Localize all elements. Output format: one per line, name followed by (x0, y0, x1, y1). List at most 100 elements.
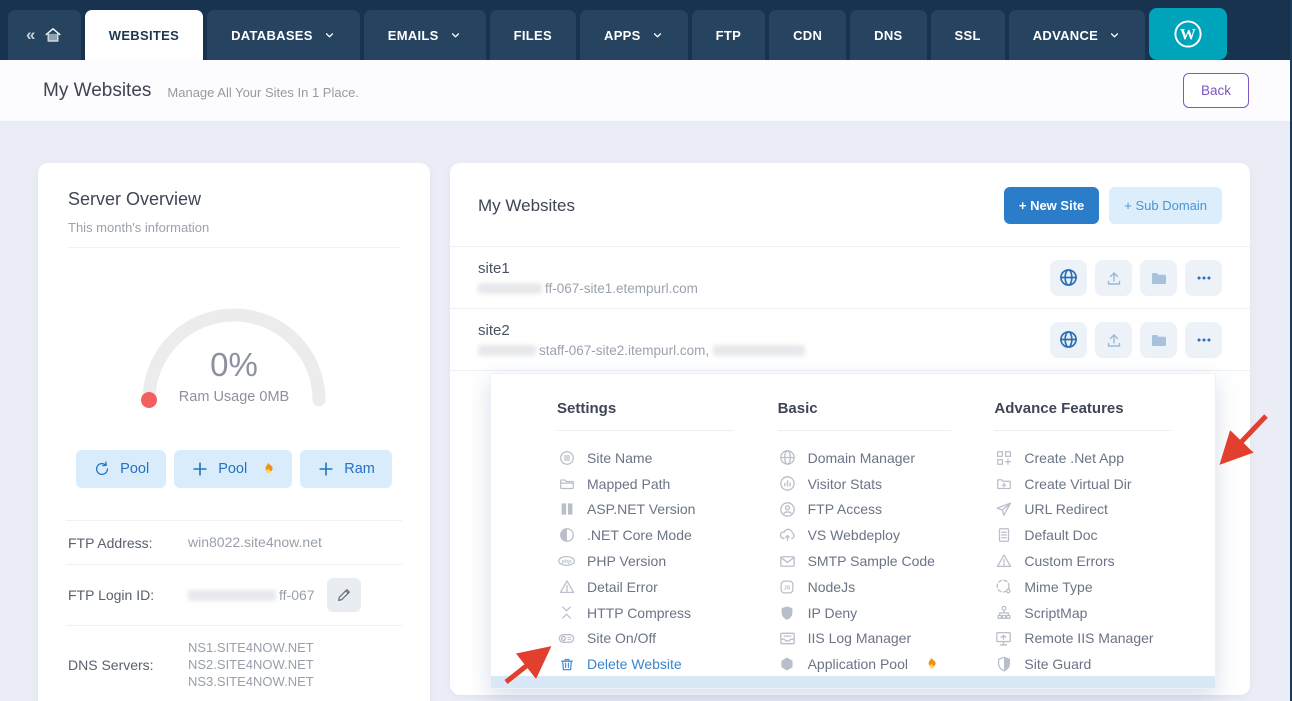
menu-item-php-version[interactable]: phpPHP Version (557, 548, 778, 574)
menu-item-label: NodeJs (808, 579, 855, 595)
nav-tab-files[interactable]: FILES (490, 10, 576, 60)
new-site-button[interactable]: + New Site (1004, 187, 1099, 224)
menu-item-vs-webdeploy[interactable]: VS Webdeploy (778, 522, 995, 548)
globe-action-button[interactable] (1050, 322, 1087, 358)
menu-item-custom-errors[interactable]: Custom Errors (994, 548, 1215, 574)
nav-tab-emails[interactable]: EMAILS (364, 10, 486, 60)
menu-item-site-on-off[interactable]: Site On/Off (557, 626, 778, 652)
ellipsis-action-button[interactable] (1185, 260, 1222, 296)
menu-column-basic: BasicDomain ManagerVisitor StatsFTP Acce… (778, 400, 995, 677)
redacted-text (478, 345, 536, 356)
sub-domain-button[interactable]: + Sub Domain (1109, 187, 1222, 224)
menu-item-create-net-app[interactable]: Create .Net App (994, 445, 1215, 471)
wordpress-tab[interactable]: W (1149, 8, 1227, 60)
shield-half-icon (994, 655, 1013, 673)
upload-icon (1104, 268, 1124, 288)
menu-divider (557, 430, 733, 431)
folder-icon (1149, 268, 1169, 288)
upload-action-button[interactable] (1095, 322, 1132, 358)
menu-item-visitor-stats[interactable]: Visitor Stats (778, 471, 995, 497)
nav-tab-dns[interactable]: DNS (850, 10, 926, 60)
menu-column-settings: SettingsSite NameMapped PathASP.NET Vers… (557, 400, 778, 677)
nav-tab-label: WEBSITES (109, 28, 179, 43)
envelope-icon (778, 552, 797, 571)
menu-item-ftp-access[interactable]: FTP Access (778, 497, 995, 523)
globe-action-button[interactable] (1050, 260, 1087, 296)
detail-label: FTP Login ID: (68, 587, 188, 603)
detail-value-line: ff-067 (188, 587, 315, 604)
value-text: NS1.SITE4NOW.NET (188, 640, 314, 655)
nav-tab-databases[interactable]: DATABASES (207, 10, 360, 60)
ram-usage-percent: 0% (124, 346, 344, 384)
nav-tab-label: FTP (716, 28, 741, 43)
websites-card-title: My Websites (478, 196, 575, 216)
back-button[interactable]: Back (1183, 73, 1249, 108)
edit-ftp-login-button[interactable] (327, 578, 361, 612)
nav-tab-ftp[interactable]: FTP (692, 10, 765, 60)
menu-item-site-guard[interactable]: Site Guard (994, 651, 1215, 677)
refresh-icon (93, 460, 111, 478)
menu-item-mime-type[interactable]: Mime Type (994, 574, 1215, 600)
detail-label: DNS Servers: (68, 657, 188, 673)
nav-tab-cdn[interactable]: CDN (769, 10, 846, 60)
menu-item-application-pool[interactable]: Application Pool (778, 651, 995, 677)
refresh-pool-button[interactable]: Pool (76, 450, 166, 488)
menu-item-asp-net-version[interactable]: ASP.NET Version (557, 497, 778, 523)
menu-item-delete-website[interactable]: Delete Website (557, 651, 778, 677)
pencil-icon (335, 586, 353, 604)
server-overview-subtitle: This month's information (68, 220, 400, 248)
ellipsis-icon (1195, 269, 1213, 287)
detail-value-line: NS3.SITE4NOW.NET (188, 673, 314, 690)
menu-item-scriptmap[interactable]: ScriptMap (994, 600, 1215, 626)
ellipsis-action-button[interactable] (1185, 322, 1222, 358)
detail-value-line: NS1.SITE4NOW.NET (188, 639, 314, 656)
menu-item-ip-deny[interactable]: IP Deny (778, 600, 995, 626)
menu-item-label: Custom Errors (1024, 553, 1114, 569)
paper-plane-icon (994, 500, 1013, 519)
ellipsis-icon (1195, 331, 1213, 349)
nav-tab-label: EMAILS (388, 28, 439, 43)
page-header: My Websites Manage All Your Sites In 1 P… (0, 60, 1292, 122)
menu-item-create-virtual-dir[interactable]: Create Virtual Dir (994, 471, 1215, 497)
upload-action-button[interactable] (1095, 260, 1132, 296)
menu-item-label: Remote IIS Manager (1024, 630, 1153, 646)
site-domain: staff-067-site2.itempurl.com, (478, 343, 808, 358)
menu-item-default-doc[interactable]: Default Doc (994, 522, 1215, 548)
menu-item-site-name[interactable]: Site Name (557, 445, 778, 471)
add-ram-button[interactable]: Ram (300, 450, 392, 488)
nav-tab-label: DATABASES (231, 28, 313, 43)
folder-action-button[interactable] (1140, 322, 1177, 358)
nav-tab-ssl[interactable]: SSL (931, 10, 1005, 60)
menu-item-detail-error[interactable]: Detail Error (557, 574, 778, 600)
menu-item-domain-manager[interactable]: Domain Manager (778, 445, 995, 471)
home-tab[interactable]: « (8, 10, 81, 60)
site-list: site1ff-067-site1.etempurl.com site2staf… (450, 246, 1250, 371)
nav-tab-websites[interactable]: WEBSITES (85, 10, 203, 60)
menu-divider (994, 430, 1170, 431)
warning-icon (994, 552, 1013, 570)
folder-icon (1149, 330, 1169, 350)
menu-item-label: Application Pool (808, 656, 908, 672)
globe-outline-icon (778, 448, 797, 467)
folder-action-button[interactable] (1140, 260, 1177, 296)
menu-item-iis-log-manager[interactable]: IIS Log Manager (778, 626, 995, 652)
add-pool-button[interactable]: Pool (174, 450, 292, 488)
menu-item-net-core-mode[interactable]: .NET Core Mode (557, 522, 778, 548)
hexagon-icon (778, 655, 797, 673)
nav-tab-advance[interactable]: ADVANCE (1009, 10, 1145, 60)
menu-item-url-redirect[interactable]: URL Redirect (994, 497, 1215, 523)
nav-tab-apps[interactable]: APPS (580, 10, 688, 60)
flame-icon (261, 461, 275, 477)
menu-item-smtp-sample-code[interactable]: SMTP Sample Code (778, 548, 995, 574)
ram-usage-gauge: 0% Ram Usage 0MB (124, 290, 344, 412)
menu-item-mapped-path[interactable]: Mapped Path (557, 471, 778, 497)
caret-down-icon (1108, 29, 1121, 42)
menu-item-label: ASP.NET Version (587, 501, 695, 517)
menu-item-nodejs[interactable]: JSNodeJs (778, 574, 995, 600)
menu-item-http-compress[interactable]: HTTP Compress (557, 600, 778, 626)
menu-item-label: ScriptMap (1024, 605, 1087, 621)
menu-item-remote-iis-manager[interactable]: Remote IIS Manager (994, 626, 1215, 652)
ram-usage-label: Ram Usage 0MB (124, 389, 344, 405)
site-actions (1050, 322, 1222, 358)
detail-value: ff-067 (188, 587, 315, 604)
